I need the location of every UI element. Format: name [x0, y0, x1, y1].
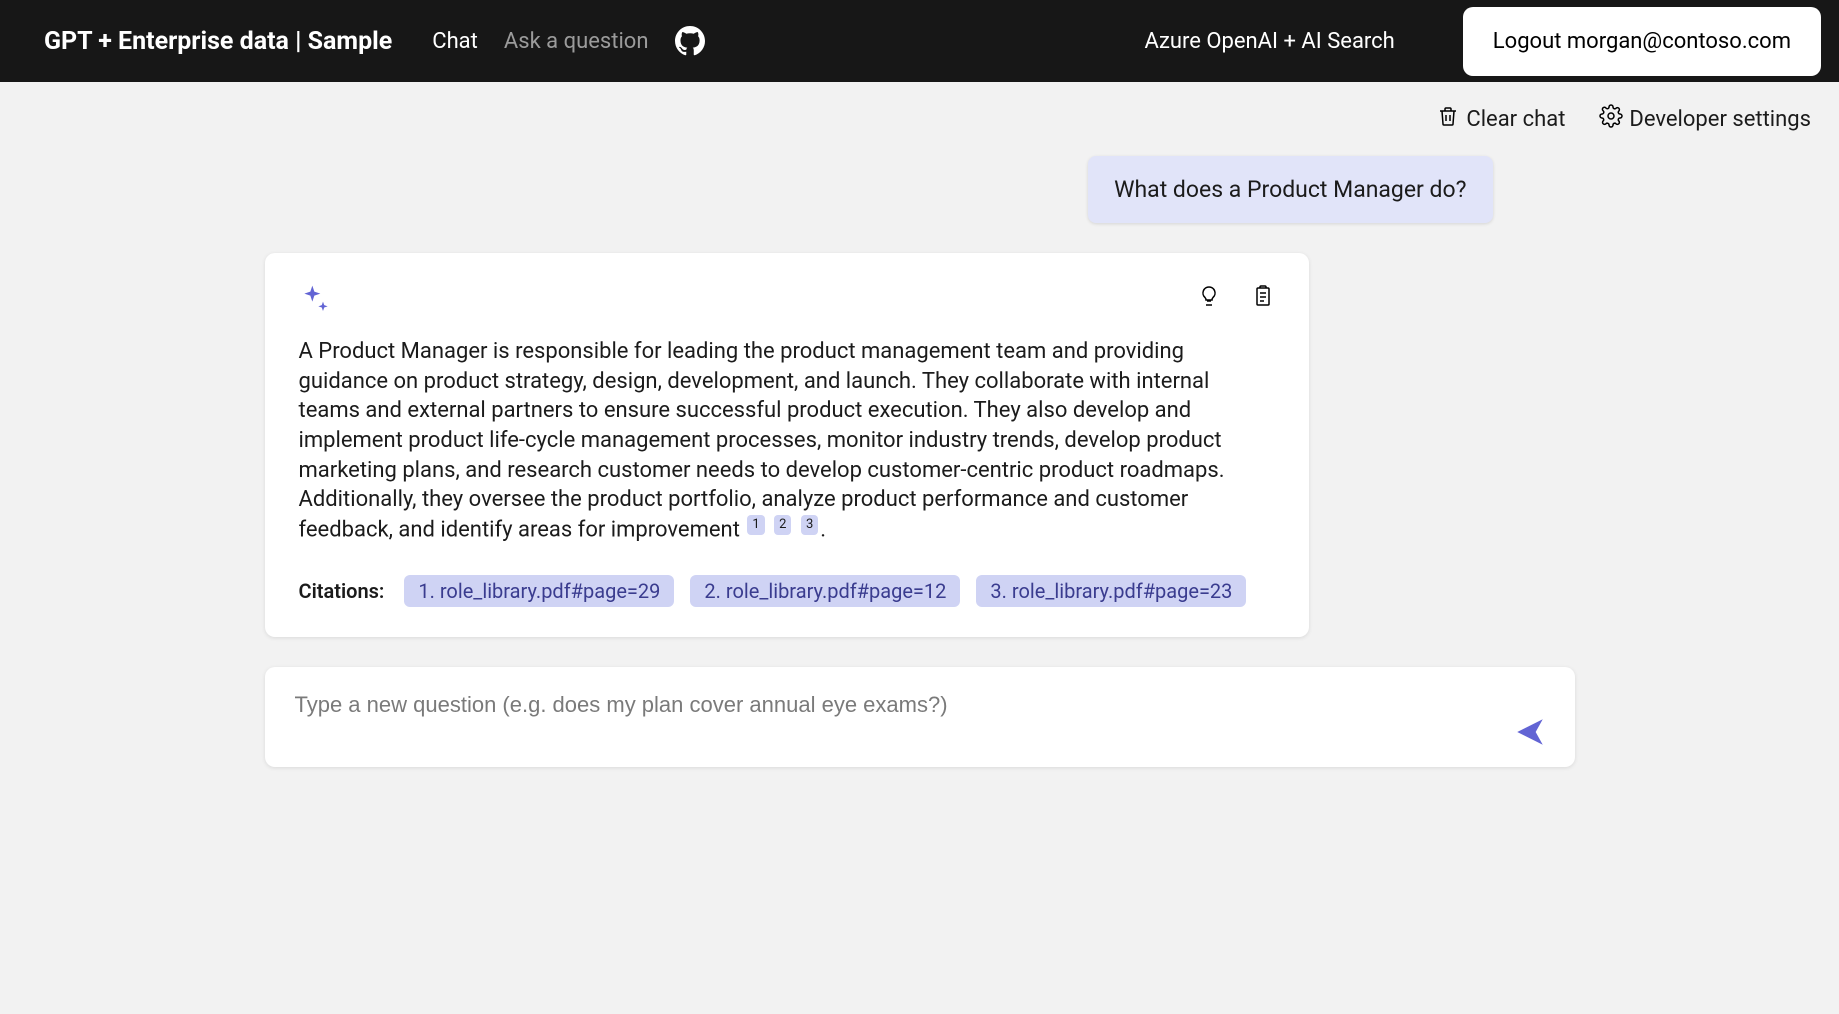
user-message-row: What does a Product Manager do?: [265, 134, 1575, 253]
user-message-bubble: What does a Product Manager do?: [1088, 156, 1492, 223]
assistant-answer: A Product Manager is responsible for lea…: [299, 337, 1275, 545]
citations-label: Citations:: [299, 579, 385, 603]
citation-chip-1[interactable]: 1. role_library.pdf#page=29: [404, 575, 674, 607]
clear-chat-label: Clear chat: [1466, 107, 1565, 132]
inline-citation-3[interactable]: 3: [801, 515, 818, 535]
chat-column: What does a Product Manager do? A Produc…: [265, 134, 1575, 807]
nav-ask-question[interactable]: Ask a question: [504, 29, 649, 54]
answer-body: A Product Manager is responsible for lea…: [299, 339, 1225, 542]
chat-toolbar: Clear chat Developer settings: [0, 82, 1839, 134]
citation-chip-2[interactable]: 2. role_library.pdf#page=12: [690, 575, 960, 607]
message-composer: [265, 667, 1575, 767]
assistant-actions: [1197, 283, 1275, 313]
gear-icon: [1599, 104, 1623, 134]
clear-chat-button[interactable]: Clear chat: [1436, 104, 1565, 134]
lightbulb-icon[interactable]: [1197, 283, 1221, 313]
app-header: GPT + Enterprise data | Sample Chat Ask …: [0, 0, 1839, 82]
clipboard-icon[interactable]: [1251, 283, 1275, 313]
header-subtitle: Azure OpenAI + AI Search: [1144, 29, 1394, 54]
assistant-message-card: A Product Manager is responsible for lea…: [265, 253, 1309, 637]
developer-settings-label: Developer settings: [1629, 107, 1811, 132]
citations-row: Citations: 1. role_library.pdf#page=29 2…: [299, 575, 1275, 607]
sparkle-icon: [299, 283, 331, 319]
inline-citation-1[interactable]: 1: [747, 515, 764, 535]
assistant-card-header: [299, 283, 1275, 319]
trash-icon: [1436, 104, 1460, 134]
answer-period: .: [820, 517, 826, 542]
developer-settings-button[interactable]: Developer settings: [1599, 104, 1811, 134]
nav-links: Chat Ask a question: [432, 26, 704, 56]
citation-chip-3[interactable]: 3. role_library.pdf#page=23: [976, 575, 1246, 607]
send-button[interactable]: [1513, 715, 1547, 753]
app-title: GPT + Enterprise data | Sample: [44, 27, 392, 56]
github-icon[interactable]: [675, 26, 705, 56]
send-icon: [1513, 734, 1547, 753]
nav-chat[interactable]: Chat: [432, 29, 478, 54]
logout-button[interactable]: Logout morgan@contoso.com: [1463, 7, 1821, 76]
inline-citation-2[interactable]: 2: [774, 515, 791, 535]
message-input[interactable]: [293, 691, 1487, 719]
